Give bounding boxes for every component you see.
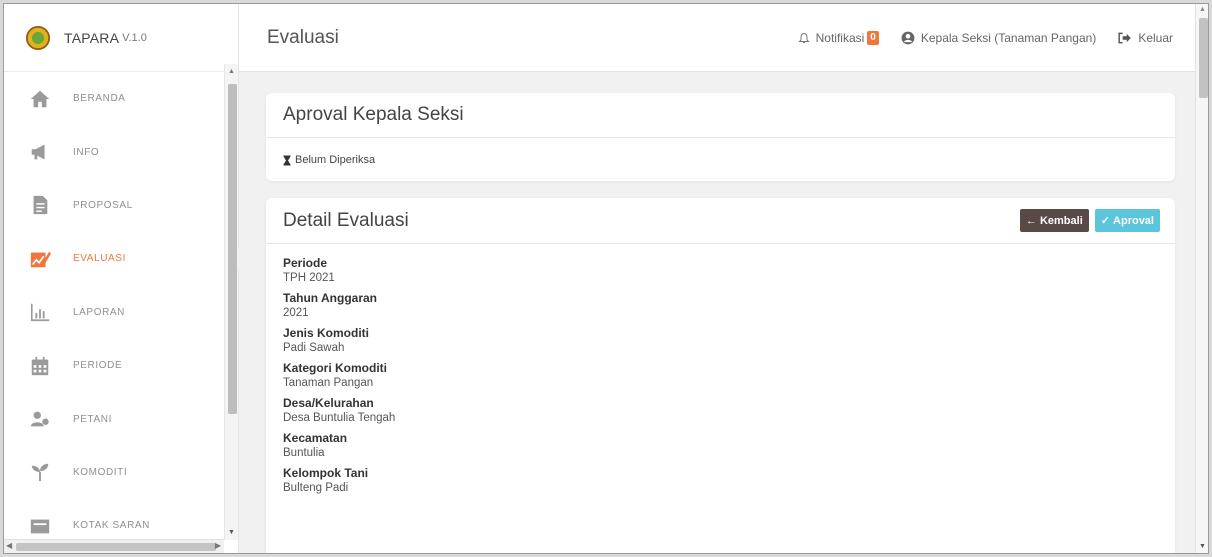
detail-card: Detail Evaluasi ← Kembali ✓ Aproval Peri… [266, 198, 1175, 553]
notification-link[interactable]: Notifikasi 0 [797, 30, 879, 45]
field-value: Tanaman Pangan [283, 377, 374, 389]
sidebar-item-label: PETANI [73, 413, 112, 425]
back-button-label: Kembali [1039, 214, 1083, 227]
logout-icon [1118, 32, 1132, 43]
user-label: Kepala Seksi (Tanaman Pangan) [920, 30, 1097, 45]
scroll-up-icon[interactable]: ▲ [1199, 6, 1206, 13]
sidebar-horizontal-scrollbar[interactable]: ◀ ▶ [4, 539, 224, 553]
users-icon [29, 408, 51, 430]
field-periode: Periode TPH 2021 [283, 256, 1158, 286]
page-scrollbar[interactable]: ▲ ▼ [1195, 4, 1208, 553]
field-label: Kelompok Tani [283, 466, 369, 480]
field-value: Desa Buntulia Tengah [283, 412, 396, 424]
sidebar-item-label: KOTAK SARAN [73, 520, 150, 532]
approval-card: Aproval Kepala Seksi Belum Diperiksa [266, 93, 1175, 181]
sidebar-item-proposal[interactable]: PROPOSAL [4, 179, 238, 232]
field-label: Desa/Kelurahan [283, 396, 374, 410]
field-label: Tahun Anggaran [283, 291, 377, 305]
top-bar: Evaluasi Notifikasi 0 Kepala Seksi (Tana… [239, 4, 1195, 72]
field-jenis-komoditi: Jenis Komoditi Padi Sawah [283, 326, 1158, 356]
home-icon [29, 88, 51, 110]
hourglass-icon [283, 155, 291, 165]
sidebar-scrollbar[interactable]: ▲ ▼ [224, 64, 238, 540]
user-circle-icon [901, 31, 915, 44]
bar-chart-icon [29, 301, 51, 323]
arrow-left-icon: ← [1025, 214, 1040, 227]
sidebar-item-laporan[interactable]: LAPORAN [4, 286, 238, 339]
edit-chart-icon [29, 248, 51, 270]
sidebar-item-label: PERIODE [73, 360, 123, 372]
user-menu[interactable]: Kepala Seksi (Tanaman Pangan) [901, 31, 1096, 45]
approval-card-header: Aproval Kepala Seksi [266, 93, 1175, 138]
field-tahun-anggaran: Tahun Anggaran 2021 [283, 291, 1158, 321]
brand[interactable]: TAPARA V.1.0 [4, 4, 238, 72]
field-label: Periode [283, 256, 328, 270]
approval-status-text: Belum Diperiksa [295, 154, 376, 166]
logout-label: Keluar [1138, 30, 1173, 45]
check-edit-icon: ✓ [1100, 215, 1114, 227]
sidebar-item-label: BERANDA [73, 93, 126, 105]
field-kecamatan: Kecamatan Buntulia [283, 431, 1158, 461]
app-name: TAPARA [64, 29, 120, 46]
sidebar-item-info[interactable]: INFO [4, 125, 238, 178]
sidebar-scroll-thumb[interactable] [228, 84, 237, 414]
notification-badge: 0 [867, 30, 879, 45]
scroll-up-icon[interactable]: ▲ [228, 68, 235, 75]
field-value: TPH 2021 [283, 272, 335, 284]
approve-button-label: Aproval [1113, 214, 1154, 227]
sidebar-item-evaluasi[interactable]: EVALUASI [4, 232, 239, 285]
approval-status: Belum Diperiksa [266, 138, 1175, 182]
sidebar-item-label: INFO [73, 146, 100, 158]
document-icon [29, 194, 51, 216]
sidebar-item-petani[interactable]: PETANI [4, 392, 238, 445]
approve-button[interactable]: ✓ Aproval [1094, 209, 1160, 232]
page-scroll-thumb[interactable] [1199, 18, 1208, 98]
field-kelompok-tani: Kelompok Tani Bulteng Padi [283, 466, 1158, 496]
sidebar: TAPARA V.1.0 BERANDA INFO PROPOSAL EVALU… [4, 4, 239, 553]
detail-actions: ← Kembali ✓ Aproval [1019, 209, 1160, 232]
approval-card-title: Aproval Kepala Seksi [283, 104, 464, 125]
megaphone-icon [29, 141, 51, 163]
scroll-left-icon[interactable]: ◀ [6, 541, 12, 550]
bell-icon [797, 32, 810, 43]
detail-fields: Periode TPH 2021 Tahun Anggaran 2021 Jen… [266, 244, 1175, 513]
sprout-icon [29, 461, 51, 483]
top-actions: Notifikasi 0 Kepala Seksi (Tanaman Panga… [776, 30, 1173, 45]
notification-label: Notifikasi [815, 30, 865, 45]
detail-card-header: Detail Evaluasi ← Kembali ✓ Aproval [266, 198, 1175, 244]
sidebar-item-label: EVALUASI [73, 253, 126, 265]
app-version: V.1.0 [122, 31, 147, 44]
field-label: Kecamatan [283, 431, 348, 445]
inbox-icon [29, 515, 51, 537]
app-window: TAPARA V.1.0 BERANDA INFO PROPOSAL EVALU… [3, 3, 1209, 554]
sidebar-item-komoditi[interactable]: KOMODITI [4, 446, 238, 499]
field-value: Bulteng Padi [283, 482, 349, 494]
sidebar-item-beranda[interactable]: BERANDA [4, 72, 238, 125]
sidebar-item-periode[interactable]: PERIODE [4, 339, 238, 392]
logout-link[interactable]: Keluar [1118, 31, 1173, 45]
field-value: 2021 [283, 307, 309, 319]
field-label: Kategori Komoditi [283, 361, 387, 375]
sidebar-item-label: PROPOSAL [73, 199, 133, 211]
calendar-icon [29, 355, 51, 377]
field-desa-kelurahan: Desa/Kelurahan Desa Buntulia Tengah [283, 396, 1158, 426]
scroll-right-icon[interactable]: ▶ [215, 541, 221, 550]
field-value: Padi Sawah [283, 342, 345, 354]
logo-icon [26, 25, 50, 50]
field-kategori-komoditi: Kategori Komoditi Tanaman Pangan [283, 361, 1158, 391]
field-value: Buntulia [283, 447, 325, 459]
sidebar-item-label: LAPORAN [73, 306, 125, 318]
scroll-down-icon[interactable]: ▼ [228, 529, 235, 536]
sidebar-nav: BERANDA INFO PROPOSAL EVALUASI LAPORAN P… [4, 72, 239, 553]
detail-card-title: Detail Evaluasi [283, 209, 409, 231]
sidebar-item-label: KOMODITI [73, 466, 128, 478]
page-title: Evaluasi [267, 26, 339, 48]
scroll-down-icon[interactable]: ▼ [1199, 543, 1206, 550]
horizontal-scroll-thumb[interactable] [16, 543, 216, 551]
field-label: Jenis Komoditi [283, 326, 370, 340]
back-button[interactable]: ← Kembali [1019, 209, 1089, 232]
